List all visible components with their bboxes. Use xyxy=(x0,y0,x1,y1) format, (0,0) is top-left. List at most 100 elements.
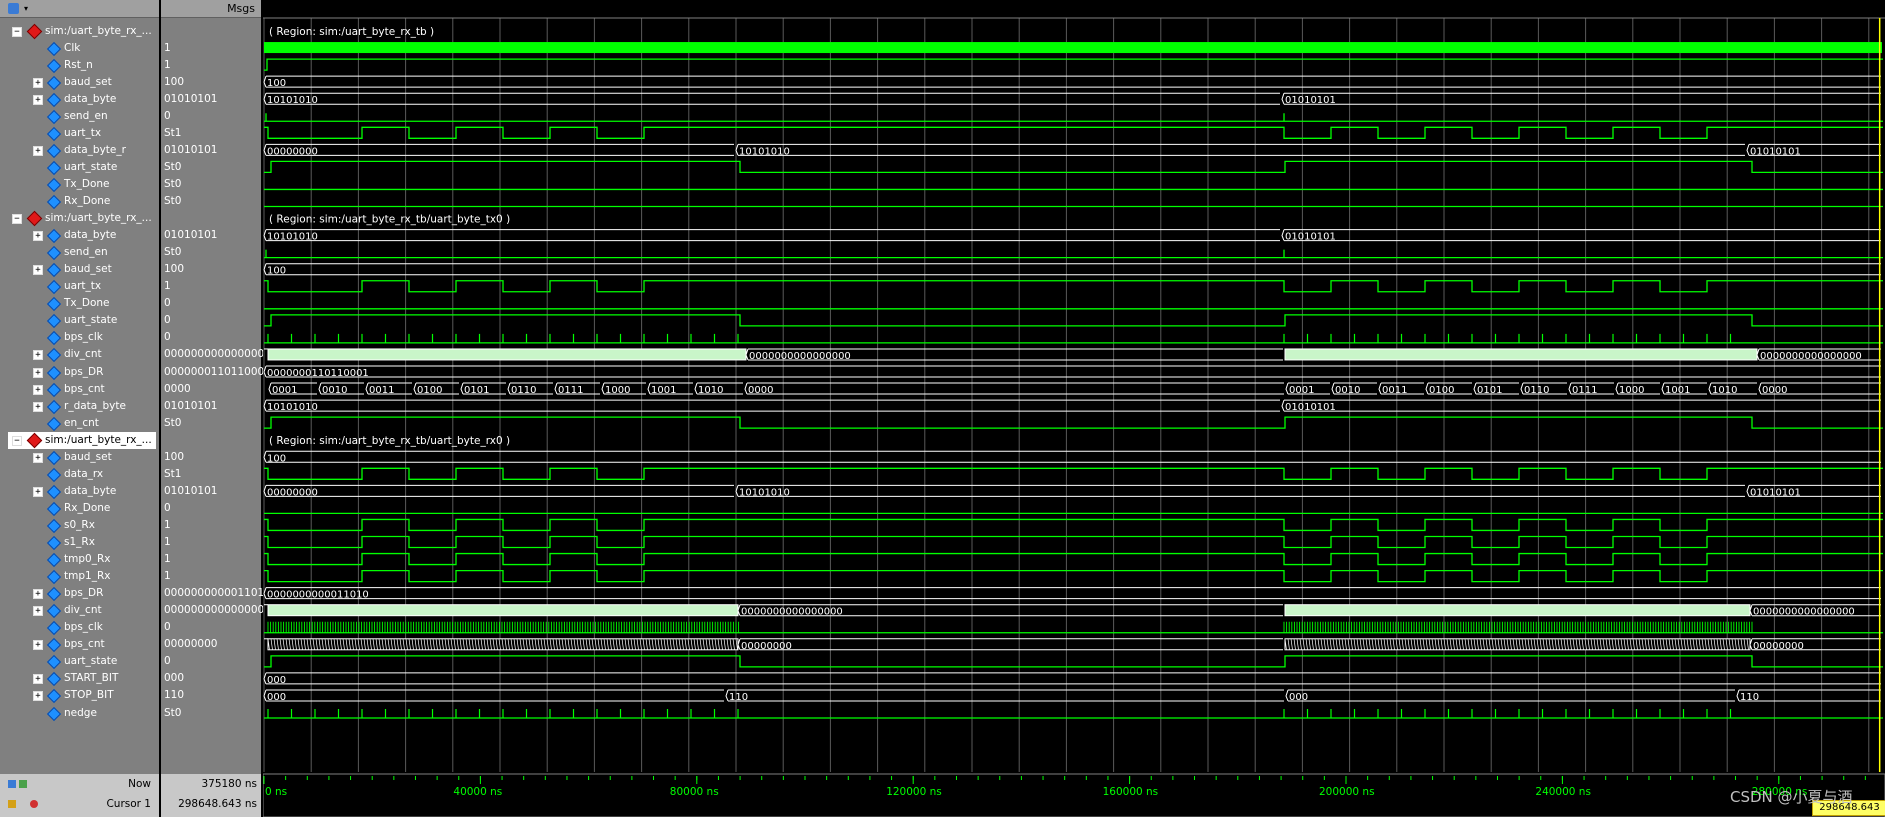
wave-baud_set: 100 xyxy=(263,75,1881,89)
wave-bps_DR: 0000000000011010 xyxy=(263,587,1881,601)
signal-icon xyxy=(46,143,62,158)
expand-toggle-icon[interactable]: + xyxy=(33,350,43,361)
expand-toggle-icon[interactable]: + xyxy=(33,384,43,395)
signal-row[interactable]: Rst_n xyxy=(0,57,159,74)
signal-row[interactable]: bps_clk xyxy=(0,619,159,636)
cursor-value[interactable]: 298648.643 ns xyxy=(178,798,257,810)
signal-row[interactable]: tmp0_Rx xyxy=(0,551,159,568)
signal-row[interactable]: + bps_DR xyxy=(0,585,159,602)
signal-row[interactable]: + div_cnt xyxy=(0,602,159,619)
bus-edge xyxy=(1568,382,1572,395)
expand-toggle-icon[interactable]: + xyxy=(33,640,43,651)
bus-edge xyxy=(1746,485,1750,497)
group-row[interactable]: − sim:/uart_byte_rx_... xyxy=(0,210,159,227)
signal-trace xyxy=(264,416,1883,429)
signal-row[interactable]: + div_cnt xyxy=(0,346,159,363)
signal-names-pane: ▾ − sim:/uart_byte_rx_... Clk Rst_n + baud_se… xyxy=(0,0,159,817)
signal-row[interactable]: Tx_Done xyxy=(0,295,159,312)
signal-row[interactable]: uart_tx xyxy=(0,125,159,142)
bus-value-label: 0110 xyxy=(511,385,536,396)
expand-toggle-icon[interactable]: + xyxy=(33,94,43,105)
lock-icon[interactable] xyxy=(8,800,16,808)
dropdown-arrow-icon[interactable]: ▾ xyxy=(24,4,28,13)
bus-value-label: 0001 xyxy=(272,385,297,396)
expand-toggle-icon[interactable]: + xyxy=(33,589,43,600)
signal-row[interactable]: nedge xyxy=(0,705,159,722)
waveform-pane[interactable]: ( Region: sim:/uart_byte_rx_tb ) 100 10101… xyxy=(263,0,1885,817)
signal-row[interactable]: en_cnt xyxy=(0,415,159,432)
signal-row[interactable]: data_rx xyxy=(0,466,159,483)
signal-row[interactable]: s1_Rx xyxy=(0,534,159,551)
expand-toggle-icon[interactable]: + xyxy=(33,486,43,497)
signal-value: 1 xyxy=(164,518,171,531)
signal-row[interactable]: + data_byte xyxy=(0,483,159,500)
cursor-label[interactable]: Cursor 1 xyxy=(106,798,151,810)
group-row[interactable]: − sim:/uart_byte_rx_... xyxy=(0,23,159,40)
signal-row[interactable]: s0_Rx xyxy=(0,517,159,534)
now-value: 375180 ns xyxy=(201,778,257,790)
signal-row[interactable]: + START_BIT xyxy=(0,670,159,687)
signal-row[interactable]: uart_state xyxy=(0,312,159,329)
expand-toggle-icon[interactable]: + xyxy=(33,145,43,156)
signal-row[interactable]: Rx_Done xyxy=(0,193,159,210)
signal-row[interactable]: + bps_DR xyxy=(0,364,159,381)
expand-toggle-icon[interactable]: + xyxy=(33,452,43,463)
add-icon[interactable] xyxy=(8,780,16,788)
signal-row[interactable]: + bps_cnt xyxy=(0,636,159,653)
timeline-strip[interactable] xyxy=(263,773,1885,817)
signal-row[interactable]: uart_state xyxy=(0,159,159,176)
signal-row[interactable]: tmp1_Rx xyxy=(0,568,159,585)
bus-value-label: 0000000000000000 xyxy=(1753,607,1855,618)
signal-row[interactable]: bps_clk xyxy=(0,329,159,346)
signal-row[interactable]: send_en xyxy=(0,244,159,261)
signal-value: 1 xyxy=(164,58,171,71)
signal-row[interactable]: + bps_cnt xyxy=(0,381,159,398)
signal-row[interactable]: + STOP_BIT xyxy=(0,687,159,704)
signal-row[interactable]: + data_byte_r xyxy=(0,142,159,159)
expand-toggle-icon[interactable]: + xyxy=(33,77,43,88)
signal-row[interactable]: + data_byte xyxy=(0,91,159,108)
bus-value-label: 10101010 xyxy=(267,95,318,106)
signal-row[interactable]: Tx_Done xyxy=(0,176,159,193)
group-row[interactable]: − sim:/uart_byte_rx_... xyxy=(8,431,156,449)
region-label: ( Region: sim:/uart_byte_rx_tb ) xyxy=(269,26,434,38)
expand-toggle-icon[interactable]: + xyxy=(33,606,43,617)
signal-row[interactable]: + baud_set xyxy=(0,449,159,466)
collapse-toggle-icon[interactable]: − xyxy=(12,435,22,446)
bus-edge xyxy=(268,382,272,395)
signal-row[interactable]: + baud_set xyxy=(0,261,159,278)
signal-row[interactable]: send_en xyxy=(0,108,159,125)
signal-icon xyxy=(46,263,62,278)
signal-row[interactable]: uart_tx xyxy=(0,278,159,295)
signal-row[interactable]: + r_data_byte xyxy=(0,398,159,415)
expand-toggle-icon[interactable]: + xyxy=(33,691,43,702)
wave-data_byte_r: 00000000 10101010 01010101 xyxy=(263,143,1881,157)
wave-tmp1_Rx xyxy=(264,569,1883,583)
edit-icon[interactable] xyxy=(19,780,27,788)
waveform-canvas[interactable]: ( Region: sim:/uart_byte_rx_tb ) 100 10101… xyxy=(263,0,1885,817)
delete-icon[interactable] xyxy=(30,800,38,808)
signal-row[interactable]: uart_state xyxy=(0,653,159,670)
signal-row[interactable]: + data_byte xyxy=(0,227,159,244)
wave-bps_cnt: 0001 0010 0011 0100 0101 0110 0111 1000 1001 1010… xyxy=(268,382,1881,396)
signal-icon xyxy=(46,552,62,568)
signal-icon xyxy=(46,92,62,107)
expand-toggle-icon[interactable]: + xyxy=(33,674,43,685)
expand-toggle-icon[interactable]: + xyxy=(33,265,43,276)
wave-bps_clk xyxy=(264,333,1883,344)
signal-row[interactable]: Rx_Done xyxy=(0,500,159,517)
expand-toggle-icon[interactable]: + xyxy=(33,401,43,412)
signal-row[interactable]: + baud_set xyxy=(0,74,159,91)
signal-name: bps_cnt xyxy=(64,638,105,651)
wave-icon[interactable] xyxy=(8,3,19,14)
signal-row[interactable]: Clk xyxy=(0,40,159,57)
signal-icon xyxy=(46,177,62,193)
bus-edge xyxy=(1661,382,1665,395)
signal-trace xyxy=(264,58,1883,71)
collapse-toggle-icon[interactable]: − xyxy=(12,214,22,225)
bus-edge xyxy=(318,382,322,395)
expand-toggle-icon[interactable]: + xyxy=(33,231,43,242)
signal-name: send_en xyxy=(64,109,108,122)
expand-toggle-icon[interactable]: + xyxy=(33,367,43,378)
collapse-toggle-icon[interactable]: − xyxy=(12,26,22,37)
